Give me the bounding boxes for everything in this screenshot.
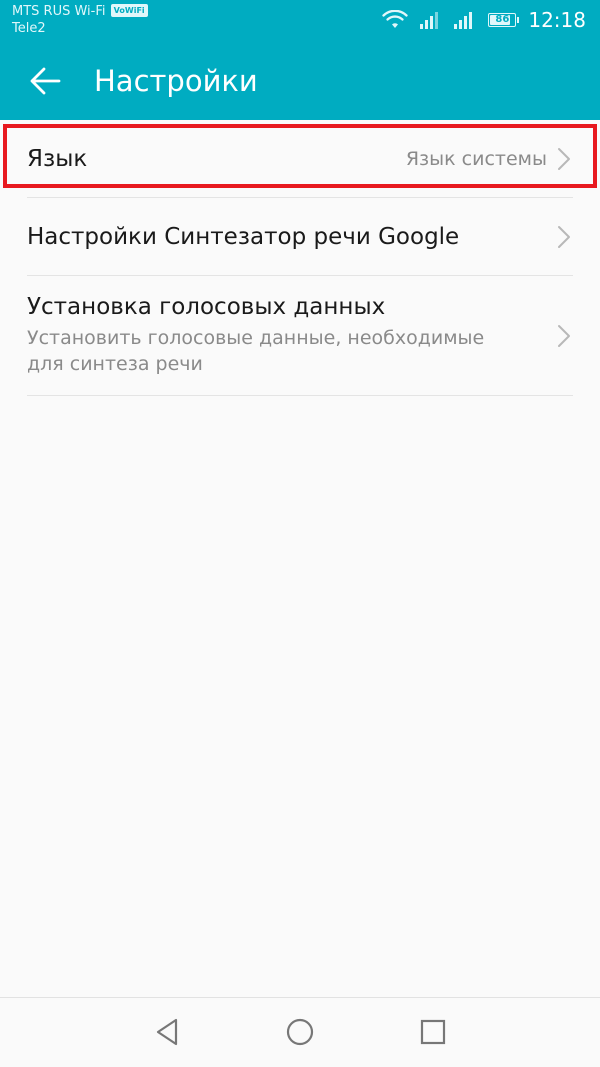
arrow-left-icon bbox=[30, 67, 61, 95]
setting-voice-data-title: Установка голосовых данных bbox=[27, 294, 386, 320]
home-circle-icon bbox=[286, 1018, 314, 1046]
battery-icon: 86 bbox=[488, 13, 520, 27]
setting-voice-data[interactable]: Установка голосовых данных Установить го… bbox=[27, 276, 573, 396]
settings-list: Язык Язык системы Настройки Синтезатор р… bbox=[0, 120, 600, 396]
setting-voice-data-summary: Установить голосовые данные, необходимые… bbox=[27, 327, 485, 375]
status-icons: 86 12:18 bbox=[382, 6, 586, 34]
clock: 12:18 bbox=[528, 8, 586, 32]
vowifi-badge: VoWiFi bbox=[110, 4, 148, 17]
setting-language-value: Язык системы bbox=[405, 148, 547, 170]
chevron-right-icon bbox=[558, 148, 570, 170]
app-bar: Настройки bbox=[0, 42, 600, 120]
chevron-right-icon bbox=[558, 226, 570, 248]
signal-icon bbox=[420, 12, 439, 29]
carrier-primary: MTS RUS Wi-Fi bbox=[12, 4, 106, 19]
back-button[interactable] bbox=[22, 58, 68, 104]
setting-tts-title: Настройки Синтезатор речи Google bbox=[27, 224, 460, 250]
nav-home-button[interactable] bbox=[280, 1012, 320, 1052]
navigation-bar bbox=[0, 997, 600, 1067]
wifi-icon bbox=[382, 10, 409, 28]
nav-back-button[interactable] bbox=[147, 1012, 187, 1052]
nav-recents-button[interactable] bbox=[413, 1012, 453, 1052]
carrier-secondary: Tele2 bbox=[12, 21, 46, 36]
back-triangle-icon bbox=[156, 1018, 178, 1046]
battery-level: 86 bbox=[495, 14, 510, 25]
recents-square-icon bbox=[420, 1019, 446, 1045]
carrier-info: MTS RUS Wi-Fi VoWiFi Tele2 bbox=[12, 4, 148, 38]
status-bar: MTS RUS Wi-Fi VoWiFi Tele2 86 12:18 bbox=[0, 0, 600, 42]
page-title: Настройки bbox=[94, 64, 258, 98]
signal-icon bbox=[454, 12, 473, 29]
chevron-right-icon bbox=[558, 325, 570, 347]
setting-language-title: Язык bbox=[27, 146, 88, 172]
setting-tts-google[interactable]: Настройки Синтезатор речи Google bbox=[27, 198, 573, 276]
setting-language[interactable]: Язык Язык системы bbox=[27, 120, 573, 198]
